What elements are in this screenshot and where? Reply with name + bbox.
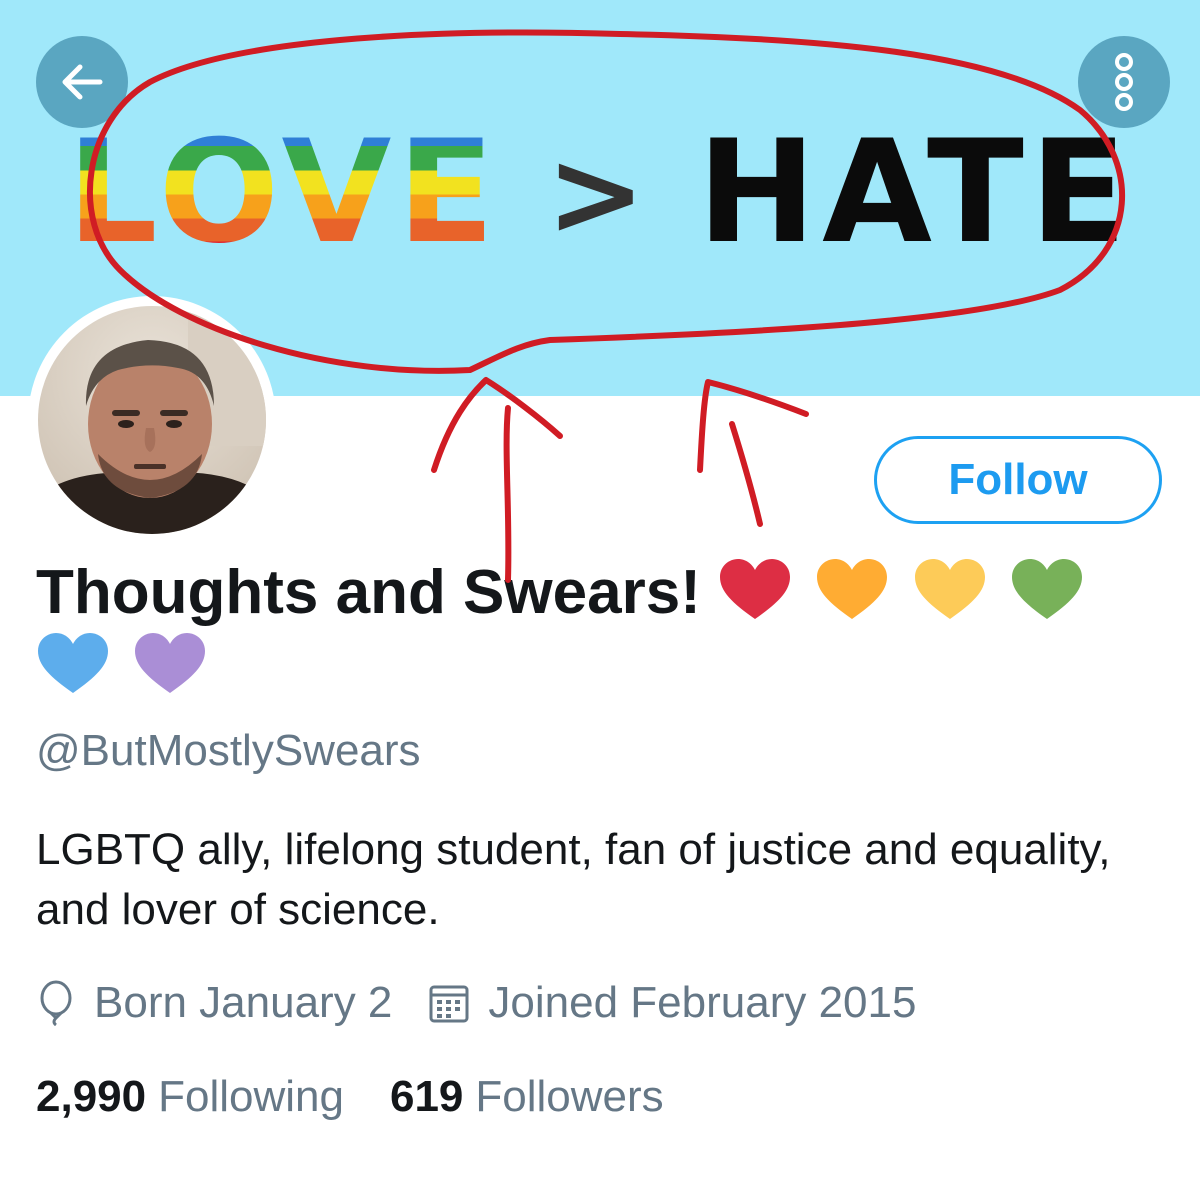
more-options-button[interactable] — [1078, 36, 1170, 128]
profile-meta: Born January 2 Joined February 2015 — [36, 978, 952, 1028]
banner-slogan: LOVE > HATE — [0, 118, 1200, 268]
following-link[interactable]: 2,990 Following — [36, 1072, 344, 1122]
followers-label: Followers — [475, 1072, 664, 1121]
banner-symbol: > — [546, 124, 652, 262]
red-heart-icon — [720, 559, 791, 619]
calendar-icon — [429, 985, 469, 1023]
display-name-text: Thoughts and Swears! — [36, 558, 701, 627]
birthday-item: Born January 2 — [36, 978, 392, 1028]
purple-heart-icon — [135, 633, 206, 693]
back-button[interactable] — [36, 36, 128, 128]
banner-word-hate: HATE — [697, 110, 1133, 275]
profile-display-name: Thoughts and Swears! — [36, 556, 1176, 704]
annotation-arrow-right — [697, 379, 809, 527]
arrow-left-icon — [62, 64, 103, 100]
joined-text: Joined February 2015 — [488, 978, 917, 1027]
followers-count: 619 — [389, 1072, 464, 1121]
follow-button[interactable]: Follow — [874, 436, 1162, 524]
avatar-photo — [38, 306, 266, 534]
annotation-arrow-left — [431, 377, 563, 583]
following-label: Following — [158, 1072, 344, 1121]
banner-word-love: LOVE — [67, 110, 501, 275]
balloon-icon — [40, 980, 72, 1026]
following-count: 2,990 — [36, 1072, 147, 1121]
profile-stats: 2,990 Following 619 Followers — [36, 1072, 710, 1122]
avatar[interactable] — [38, 306, 266, 534]
joined-item: Joined February 2015 — [428, 978, 916, 1028]
profile-handle: @ButMostlySwears — [36, 726, 421, 775]
followers-link[interactable]: 619 Followers — [390, 1072, 664, 1122]
more-vertical-icon — [1115, 53, 1133, 111]
profile-bio: LGBTQ ally, lifelong student, fan of jus… — [36, 825, 1111, 934]
birthday-text: Born January 2 — [94, 978, 393, 1027]
blue-heart-icon — [38, 633, 108, 693]
yellow-heart-icon — [914, 559, 985, 619]
green-heart-icon — [1011, 559, 1082, 619]
orange-heart-icon — [817, 559, 888, 619]
